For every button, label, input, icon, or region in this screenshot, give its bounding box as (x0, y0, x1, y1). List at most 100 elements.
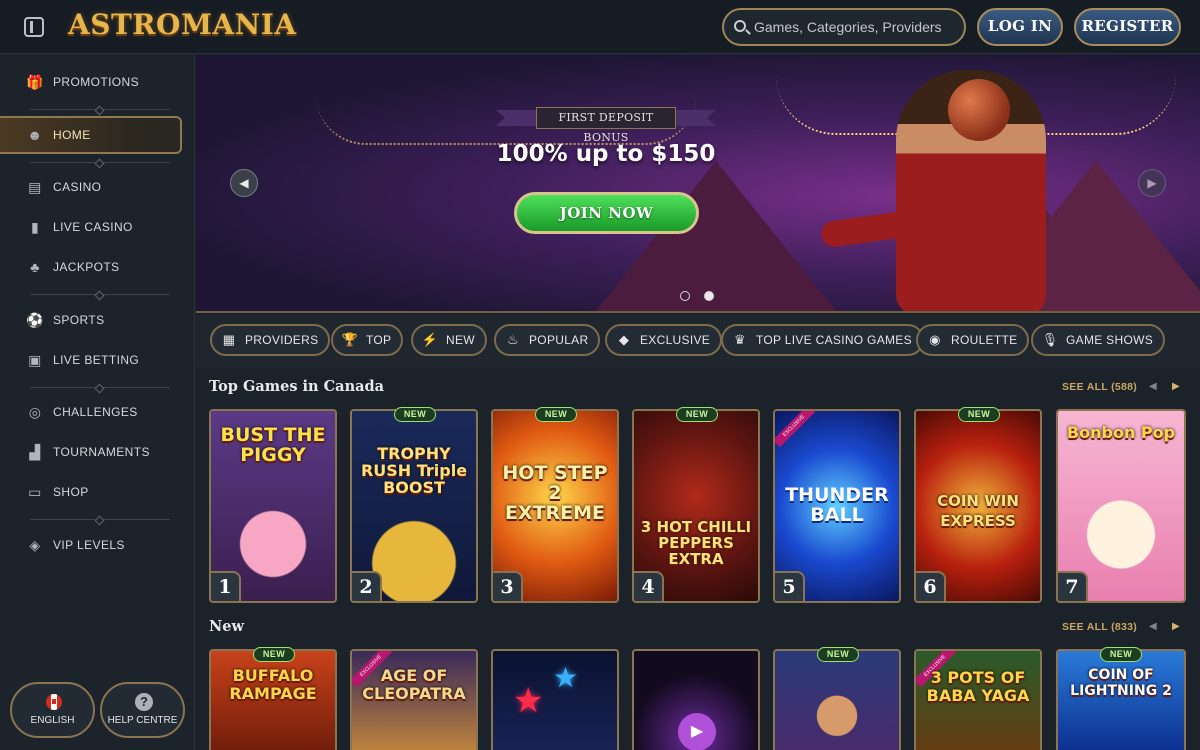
game-tile[interactable]: ▶ (632, 649, 760, 750)
header: ASTROMANIA LOG IN REGISTER (0, 0, 1200, 54)
sidebar-item-jackpots[interactable]: ♣ JACKPOTS (0, 252, 195, 282)
sidebar-item-vip-levels[interactable]: ◈ VIP LEVELS (0, 530, 195, 560)
help-centre-button[interactable]: ? HELP CENTRE (100, 682, 185, 738)
category-providers[interactable]: ▦ PROVIDERS (210, 324, 331, 356)
live-icon: ▣ (28, 351, 42, 368)
category-label: GAME SHOWS (1066, 333, 1154, 347)
sidebar-item-sports[interactable]: ⚽ SPORTS (0, 305, 195, 335)
carousel-prev-button[interactable]: ◀ (230, 169, 258, 197)
trophy-icon: 🏆 (341, 332, 359, 347)
category-game-shows[interactable]: 🎙 GAME SHOWS (1031, 324, 1166, 356)
category-new[interactable]: ⚡ NEW (411, 324, 487, 356)
sidebar-item-label: SPORTS (53, 313, 105, 327)
game-tile[interactable]: HOT STEP 2 EXTREME 3 (491, 409, 619, 603)
sidebar-item-casino[interactable]: ▤ CASINO (0, 172, 195, 202)
divider (30, 387, 170, 388)
game-tile[interactable]: ★ ★ (491, 649, 619, 750)
lightning-icon: ⚡ (421, 332, 439, 347)
game-tile[interactable]: Bonbon Pop 7 (1056, 409, 1186, 603)
card-icon: ▮ (30, 218, 40, 235)
sidebar-item-label: JACKPOTS (53, 260, 120, 274)
game-artwork (1058, 651, 1184, 750)
ribbon-wing-right (672, 110, 716, 126)
login-button[interactable]: LOG IN (977, 8, 1063, 46)
game-tile[interactable]: TROPHY RUSH Triple BOOST 2 (350, 409, 478, 603)
game-rank: 4 (634, 571, 664, 601)
new-badge: NEW (253, 647, 295, 662)
circus-tent-graphic (596, 161, 836, 311)
category-roulette[interactable]: ◉ ROULETTE (916, 324, 1030, 356)
category-label: TOP LIVE CASINO GAMES (756, 333, 912, 347)
language-button[interactable]: ENGLISH (10, 682, 95, 738)
sidebar-item-label: LIVE BETTING (53, 353, 140, 367)
diamond-icon: ◆ (618, 332, 630, 347)
see-all-new-link[interactable]: SEE ALL (833) (1062, 621, 1137, 633)
game-tile[interactable]: EXCLUSIVE THUNDER BALL 5 (773, 409, 901, 603)
row-prev-arrow-icon[interactable]: ◀ (1149, 621, 1157, 632)
sidebar-item-tournaments[interactable]: ▟ TOURNAMENTS (0, 437, 195, 467)
carousel-next-button[interactable]: ▶ (1138, 169, 1166, 197)
register-button[interactable]: REGISTER (1074, 8, 1181, 46)
game-tile[interactable]: BUFFALO RAMPAGE (209, 649, 337, 750)
game-tile[interactable]: 3 HOT CHILLI PEPPERS EXTRA 4 (632, 409, 760, 603)
game-title: 3 POTS OF BABA YAGA (926, 668, 1030, 705)
game-title: HOT STEP 2 EXTREME (502, 462, 608, 524)
hero-banner[interactable]: FIRST DEPOSIT BONUS 100% up to $150 JOIN… (196, 55, 1200, 313)
game-title: COIN WIN EXPRESS (937, 492, 1019, 530)
row-prev-arrow-icon[interactable]: ◀ (1149, 381, 1157, 392)
category-top[interactable]: 🏆 TOP (331, 324, 404, 356)
join-now-button[interactable]: JOIN NOW (514, 192, 699, 234)
row-next-arrow-icon[interactable]: ▶ (1172, 381, 1180, 392)
new-badge: NEW (394, 407, 436, 422)
chest-icon: ▭ (28, 483, 42, 500)
game-title: BUST THE PIGGY (220, 424, 326, 466)
microphone-icon: 🎙 (1041, 332, 1059, 347)
game-tile[interactable]: COIN OF LIGHTNING 2 (1056, 649, 1186, 750)
sidebar-item-home[interactable]: ☻ HOME (0, 116, 182, 154)
logo[interactable]: ASTROMANIA (68, 8, 297, 41)
divider (30, 294, 170, 295)
search-bar[interactable] (722, 8, 966, 46)
game-rank: 2 (352, 571, 382, 601)
game-rank: 6 (916, 571, 946, 601)
game-tile[interactable]: COIN WIN EXPRESS 6 (914, 409, 1042, 603)
sidebar-item-promotions[interactable]: 🎁 PROMOTIONS (0, 67, 195, 97)
sidebar-item-live-betting[interactable]: ▣ LIVE BETTING (0, 345, 195, 375)
language-label: ENGLISH (30, 715, 75, 726)
neon-star-icon: ★ (553, 662, 579, 693)
divider (30, 519, 170, 520)
sidebar-item-live-casino[interactable]: ▮ LIVE CASINO (0, 212, 195, 242)
neon-star-icon: ★ (513, 682, 544, 720)
game-artwork (775, 651, 899, 750)
sidebar-item-shop[interactable]: ▭ SHOP (0, 477, 195, 507)
sidebar-item-label: LIVE CASINO (53, 220, 133, 234)
sidebar-item-label: PROMOTIONS (53, 75, 140, 89)
game-tile[interactable]: EXCLUSIVE AGE OF CLEOPATRA (350, 649, 478, 750)
game-rank: 5 (775, 571, 805, 601)
new-badge: NEW (535, 407, 577, 422)
game-title: BUFFALO RAMPAGE (229, 666, 317, 703)
game-title: TROPHY RUSH Triple BOOST (360, 444, 468, 497)
category-label: EXCLUSIVE (640, 333, 711, 347)
carousel-dot-1[interactable] (680, 291, 690, 301)
game-title: THUNDER BALL (785, 484, 889, 526)
category-exclusive[interactable]: ◆ EXCLUSIVE (605, 324, 723, 356)
game-tile[interactable] (773, 649, 901, 750)
search-input[interactable] (754, 17, 954, 37)
category-popular[interactable]: ♨ POPULAR (494, 324, 601, 356)
new-badge: NEW (1100, 647, 1142, 662)
game-rank: 3 (493, 571, 523, 601)
game-title: Bonbon Pop (1066, 423, 1176, 442)
help-icon: ? (135, 693, 153, 711)
category-label: ROULETTE (951, 333, 1018, 347)
sidebar-item-challenges[interactable]: ◎ CHALLENGES (0, 397, 195, 427)
gift-icon: 🎁 (26, 73, 44, 90)
category-top-live-casino-games[interactable]: ♛ TOP LIVE CASINO GAMES (721, 324, 924, 356)
sidebar-toggle-icon[interactable] (24, 17, 44, 37)
see-all-top-games-link[interactable]: SEE ALL (588) (1062, 381, 1137, 393)
bonus-amount: 100% up to $150 (496, 141, 716, 167)
game-tile[interactable]: BUST THE PIGGY 1 (209, 409, 337, 603)
row-next-arrow-icon[interactable]: ▶ (1172, 621, 1180, 632)
carousel-dot-2[interactable] (704, 291, 714, 301)
sidebar-item-label: CASINO (53, 180, 102, 194)
